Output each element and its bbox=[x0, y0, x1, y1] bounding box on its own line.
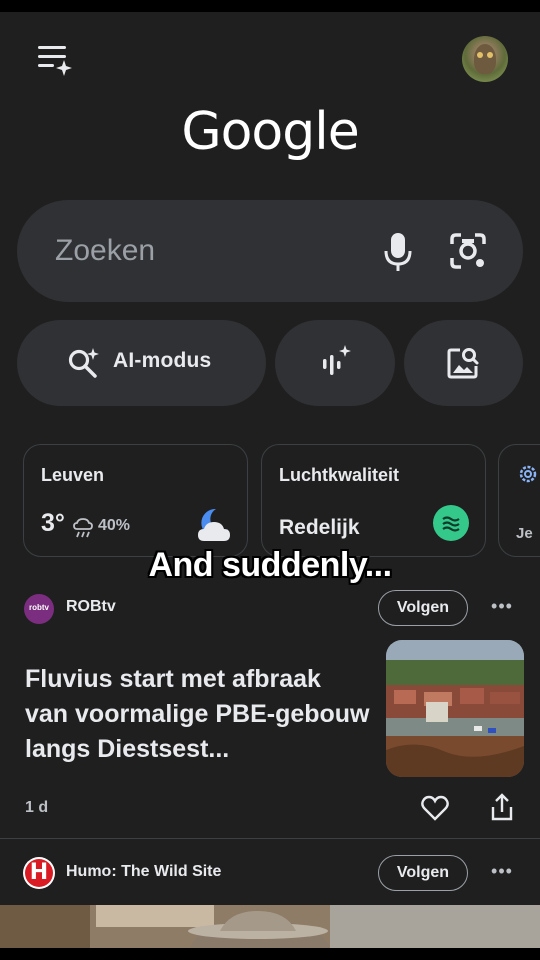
gear-icon bbox=[519, 465, 537, 483]
status-bar bbox=[0, 0, 540, 12]
feed-source-name[interactable]: Humo: The Wild Site bbox=[66, 863, 221, 881]
voice-sparkle-icon bbox=[323, 345, 351, 375]
video-caption: And suddenly... bbox=[148, 546, 392, 584]
avatar[interactable] bbox=[462, 36, 508, 82]
settings-card-text: Je bbox=[516, 525, 533, 542]
article-age: 1 d bbox=[25, 799, 49, 816]
ai-mode-label: AI-modus bbox=[113, 349, 212, 372]
google-app-screen: Google Zoeken AI-modus Leuven 3° 40% Luc… bbox=[0, 12, 540, 948]
bottom-bar bbox=[0, 948, 540, 960]
article-image[interactable] bbox=[0, 905, 540, 948]
share-icon[interactable] bbox=[489, 792, 515, 822]
search-sparkle-icon bbox=[68, 348, 99, 378]
image-search-button[interactable] bbox=[404, 320, 523, 406]
moon-cloud-icon bbox=[198, 508, 230, 541]
voice-search-button[interactable] bbox=[275, 320, 395, 406]
google-logo: Google bbox=[181, 102, 359, 162]
air-quality-card[interactable]: Luchtkwaliteit Redelijk bbox=[261, 444, 486, 557]
search-input[interactable]: Zoeken bbox=[55, 234, 155, 268]
air-quality-status: Redelijk bbox=[279, 516, 360, 539]
weather-card[interactable]: Leuven 3° 40% bbox=[23, 444, 248, 557]
air-quality-icon bbox=[433, 505, 469, 541]
rain-chance: 40% bbox=[98, 517, 131, 534]
ai-mode-button[interactable]: AI-modus bbox=[17, 320, 266, 406]
weather-city: Leuven bbox=[41, 465, 105, 485]
settings-card[interactable]: Je bbox=[498, 444, 540, 557]
weather-temperature: 3° bbox=[41, 509, 65, 537]
feed-source-name[interactable]: ROBtv bbox=[66, 598, 116, 616]
rain-cloud-icon bbox=[73, 518, 93, 538]
heart-icon[interactable] bbox=[421, 795, 449, 821]
follow-button[interactable]: Volgen bbox=[378, 855, 468, 891]
article-headline[interactable]: Fluvius start met afbraak van voormalige… bbox=[25, 662, 370, 767]
article-thumbnail[interactable] bbox=[386, 640, 524, 777]
search-bar[interactable]: Zoeken bbox=[17, 200, 523, 302]
humo-logo: H bbox=[23, 857, 55, 889]
robtv-logo: robtv bbox=[24, 594, 54, 624]
more-icon[interactable]: ••• bbox=[489, 862, 515, 880]
air-quality-title: Luchtkwaliteit bbox=[279, 465, 400, 485]
image-search-icon bbox=[447, 348, 479, 379]
more-icon[interactable]: ••• bbox=[489, 597, 515, 615]
menu-sparkle-icon[interactable] bbox=[36, 42, 72, 76]
feed-divider bbox=[0, 838, 540, 839]
camera-lens-icon[interactable] bbox=[449, 232, 487, 270]
mic-icon[interactable] bbox=[381, 232, 415, 272]
follow-button[interactable]: Volgen bbox=[378, 590, 468, 626]
